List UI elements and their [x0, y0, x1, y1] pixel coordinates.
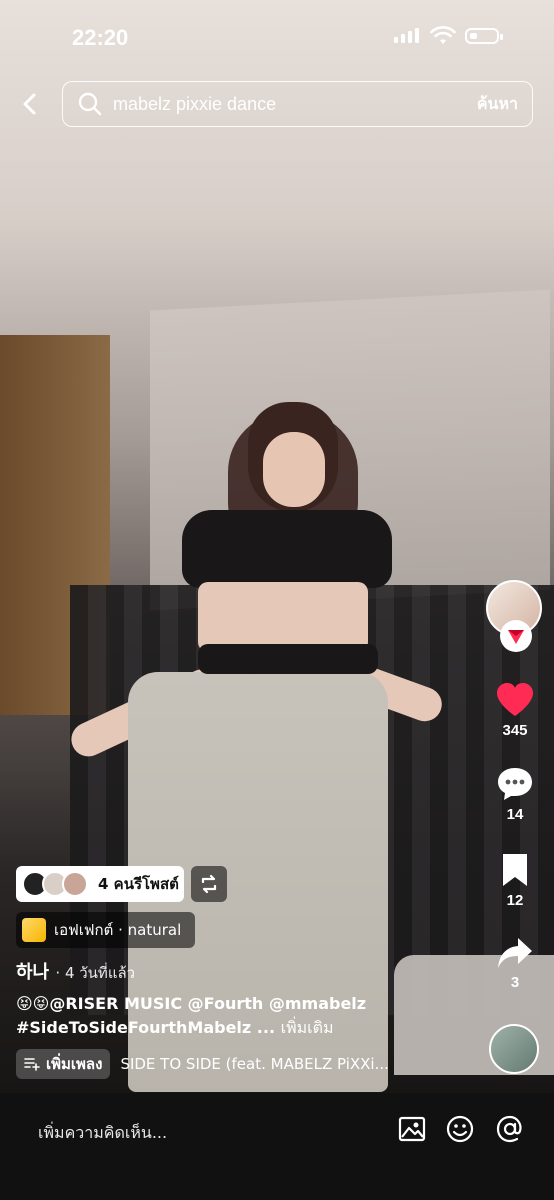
wifi-icon — [430, 26, 456, 44]
dancer-face — [263, 432, 325, 507]
playlist-add-icon — [24, 1058, 40, 1071]
caption-line-1: 😝😝@RISER MUSIC @Fourth @mmabelz — [16, 994, 367, 1013]
save-action[interactable]: 12 — [492, 852, 538, 909]
repost-count-label: 4 คนรีโพสต์ — [98, 875, 179, 893]
video-screen: 22:20 mabelz pixxie dance ค้นหา 345 14 1… — [0, 0, 554, 1200]
search-bar[interactable]: mabelz pixxie dance ค้นหา — [62, 81, 533, 127]
caption-more-link[interactable]: เพิ่มเติม — [281, 1018, 334, 1037]
caption[interactable]: 😝😝@RISER MUSIC @Fourth @mmabelz #SideToS… — [16, 992, 476, 1040]
caption-line-2: #SideToSideFourthMabelz ... — [16, 1018, 276, 1037]
send-arrow-icon — [508, 630, 524, 644]
reposter-avatars — [22, 871, 88, 897]
search-input[interactable]: mabelz pixxie dance — [113, 94, 477, 115]
status-time: 22:20 — [72, 25, 129, 50]
mention-icon[interactable] — [494, 1113, 526, 1145]
search-submit-button[interactable]: ค้นหา — [477, 92, 518, 117]
sparkle-effect-icon — [22, 918, 46, 942]
add-song-button[interactable]: เพิ่มเพลง — [16, 1049, 111, 1079]
post-time: · 4 วันที่แล้ว — [55, 964, 136, 982]
effect-chip[interactable]: เอฟเฟกต์ · natural — [16, 912, 195, 948]
back-arrow-icon[interactable] — [16, 90, 44, 118]
dancer — [58, 402, 448, 1092]
like-count: 345 — [502, 722, 528, 739]
heart-icon — [497, 683, 533, 716]
author-line[interactable]: 하나 · 4 วันที่แล้ว — [16, 958, 135, 985]
repost-icon — [201, 874, 217, 894]
like-action[interactable]: 345 — [492, 682, 538, 739]
comment-bar: เพิ่มความคิดเห็น... — [0, 1093, 554, 1200]
battery-icon — [465, 28, 503, 44]
comment-count: 14 — [506, 806, 524, 823]
share-count: 3 — [510, 974, 520, 991]
music-title[interactable]: SIDE TO SIDE (feat. MABELZ PiXXi... — [120, 1055, 388, 1073]
music-disc-avatar[interactable] — [489, 1024, 539, 1074]
bookmark-icon — [503, 854, 527, 886]
cellular-signal-icon — [394, 28, 419, 43]
follow-button[interactable] — [500, 620, 532, 652]
comment-action[interactable]: 14 — [492, 766, 538, 823]
share-arrow-icon — [498, 938, 532, 968]
repost-chip[interactable]: 4 คนรีโพสต์ — [16, 866, 184, 902]
add-song-label: เพิ่มเพลง — [46, 1055, 103, 1073]
search-icon — [78, 92, 102, 116]
image-icon[interactable] — [396, 1113, 428, 1145]
comment-bubble-icon — [498, 768, 532, 800]
dancer-midriff — [198, 582, 368, 652]
battery-fill — [470, 33, 477, 39]
status-bar: 22:20 — [0, 0, 554, 70]
effect-label: เอฟเฟกต์ · natural — [54, 921, 182, 939]
author-name[interactable]: 하나 — [16, 962, 49, 983]
share-action[interactable]: 3 — [492, 936, 538, 991]
music-row[interactable]: เพิ่มเพลง SIDE TO SIDE (feat. MABELZ PiX… — [16, 1049, 389, 1079]
comment-input[interactable]: เพิ่มความคิดเห็น... — [38, 1121, 167, 1146]
save-count: 12 — [506, 892, 524, 909]
dancer-belt — [198, 644, 378, 674]
repost-button[interactable] — [191, 866, 227, 902]
creator-avatar-group[interactable] — [486, 580, 544, 654]
dancer-top — [182, 510, 392, 588]
emoji-icon[interactable] — [444, 1113, 476, 1145]
